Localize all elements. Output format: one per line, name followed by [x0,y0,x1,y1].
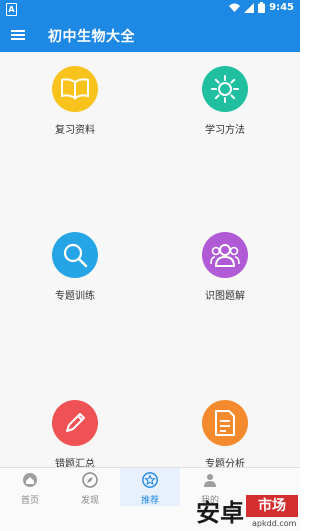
user-icon [204,474,216,487]
book-icon [61,78,89,100]
search-icon [63,243,88,268]
notification-icon: A [6,3,17,16]
status-time: 9:45 [269,2,294,13]
pencil-icon [66,413,85,432]
sun-icon [211,75,239,103]
grid-item-circle [202,232,248,278]
watermark-main: 安卓 [196,499,244,527]
grid-item-circle [52,66,98,112]
page-title: 初中生物大全 [48,29,135,45]
grid-item-circle [52,400,98,446]
feature-grid: 复习资料 学习方法 专题训练 识图题解 错题汇总 专题分析 [0,52,300,470]
tab-label: 发现 [80,496,99,506]
grid-item-circle [202,400,248,446]
wifi-icon [229,3,241,12]
battery-icon [258,2,266,13]
document-icon [215,410,235,436]
tab-discover[interactable]: 发现 [60,472,120,506]
grid-item-mistake-summary[interactable]: 错题汇总 [0,400,150,470]
grid-item-label: 专题训练 [55,291,95,302]
grid-item-label: 识图题解 [205,291,245,302]
grid-item-review-materials[interactable]: 复习资料 [0,66,150,136]
group-icon [210,244,240,267]
status-bar: A 9:45 [0,0,300,18]
tab-label: 首页 [20,496,39,506]
grid-item-circle [202,66,248,112]
tab-label: 推荐 [140,496,159,506]
watermark-sub: apkdd.com [252,519,297,528]
grid-item-topic-training[interactable]: 专题训练 [0,232,150,302]
tab-recommend[interactable]: 推荐 [120,468,180,506]
watermark-logo: 安卓 市场 apkdd.com [196,493,300,530]
star-icon [142,472,158,488]
grid-item-label: 学习方法 [205,125,245,136]
menu-icon[interactable] [10,27,26,43]
compass-icon [82,472,98,488]
signal-icon [244,2,255,13]
grid-item-circle [52,232,98,278]
tab-home[interactable]: 首页 [0,472,60,506]
grid-item-label: 复习资料 [55,125,95,136]
grid-item-diagram-problems[interactable]: 识图题解 [150,232,300,302]
grid-item-study-methods[interactable]: 学习方法 [150,66,300,136]
home-icon [23,473,37,487]
app-bar: 初中生物大全 [0,18,300,52]
watermark-badge: 市场 [246,495,298,517]
grid-item-topic-analysis[interactable]: 专题分析 [150,400,300,470]
status-right: 9:45 [229,2,294,13]
